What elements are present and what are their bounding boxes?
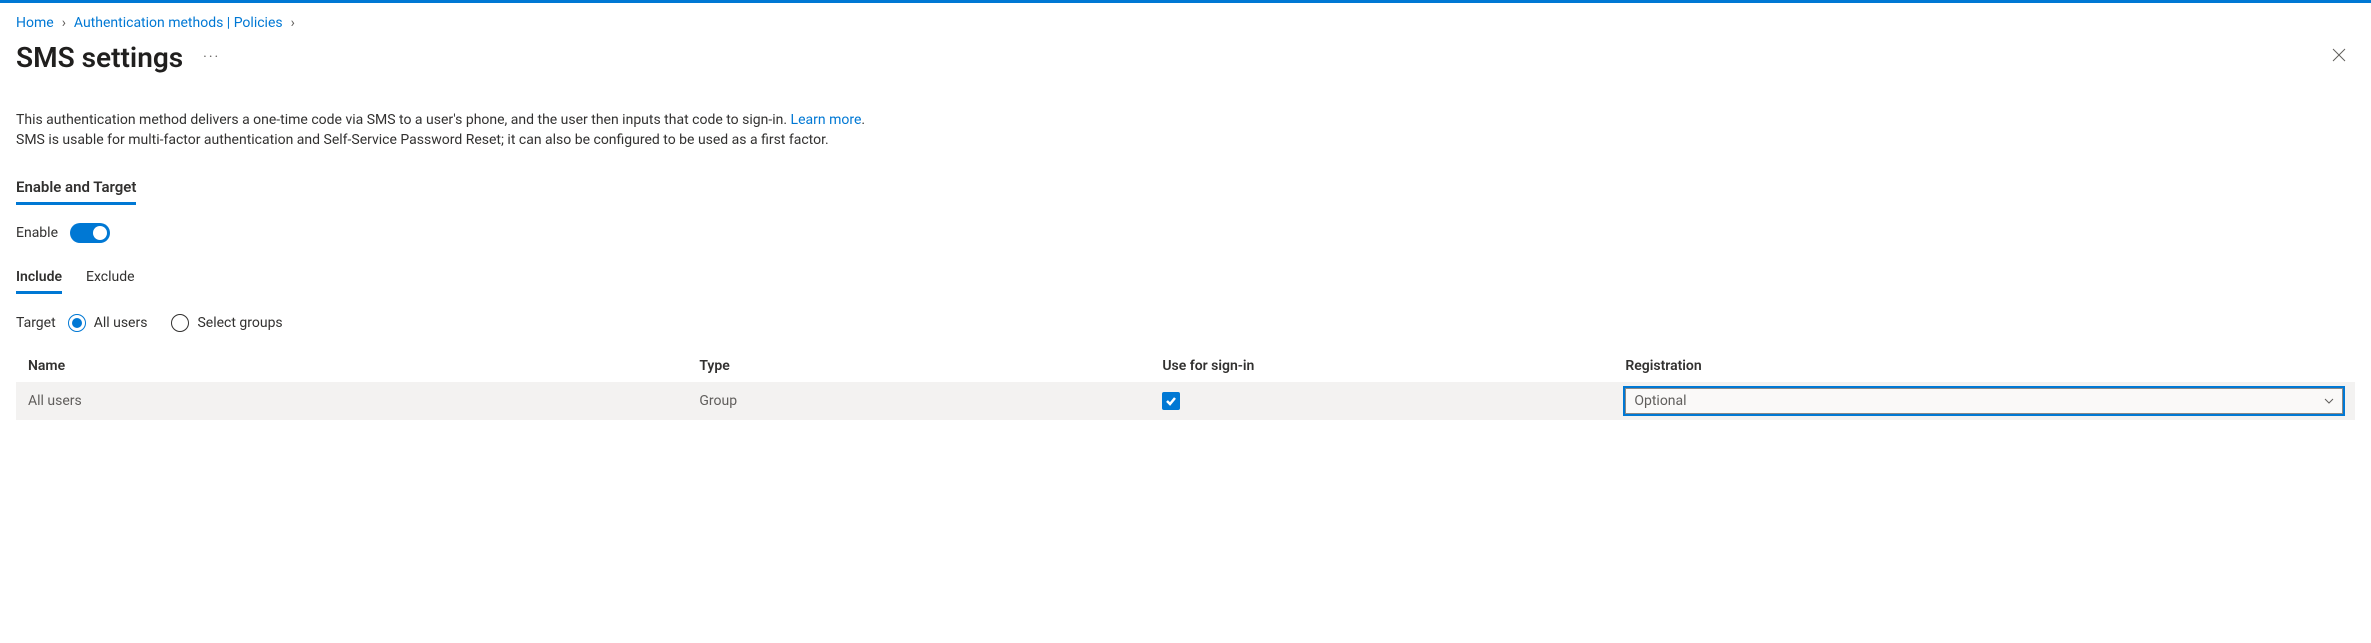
breadcrumb-sep-icon: › <box>62 15 66 31</box>
radio-all-users-label: All users <box>94 315 148 331</box>
description-block: This authentication method delivers a on… <box>16 111 2355 150</box>
cell-type: Group <box>699 393 1162 409</box>
col-header-name: Name <box>28 358 699 374</box>
breadcrumb-auth-methods[interactable]: Authentication methods | Policies <box>74 15 283 31</box>
col-header-type: Type <box>699 358 1162 374</box>
radio-select-groups-label: Select groups <box>197 315 282 331</box>
registration-dropdown[interactable]: Optional <box>1625 388 2343 414</box>
radio-select-groups[interactable]: Select groups <box>171 314 282 332</box>
breadcrumb-home[interactable]: Home <box>16 15 54 31</box>
radio-icon <box>171 314 189 332</box>
radio-all-users[interactable]: All users <box>68 314 148 332</box>
chevron-down-icon <box>2324 396 2334 406</box>
breadcrumb-sep-icon: › <box>291 15 295 31</box>
target-label: Target <box>16 315 56 331</box>
check-icon <box>1165 395 1177 407</box>
close-icon <box>2331 47 2347 63</box>
tab-enable-and-target[interactable]: Enable and Target <box>16 178 136 205</box>
page-title: SMS settings <box>16 41 183 74</box>
radio-icon <box>68 314 86 332</box>
table-row: All users Group Optional <box>16 382 2355 420</box>
more-icon[interactable]: ··· <box>199 45 224 69</box>
signin-checkbox[interactable] <box>1162 392 1180 410</box>
tab-exclude[interactable]: Exclude <box>86 269 135 294</box>
cell-name: All users <box>28 393 699 409</box>
description-line1: This authentication method delivers a on… <box>16 112 791 128</box>
target-table: Name Type Use for sign-in Registration A… <box>16 350 2355 420</box>
col-header-signin: Use for sign-in <box>1162 358 1625 374</box>
breadcrumb: Home › Authentication methods | Policies… <box>16 15 2355 31</box>
learn-more-link[interactable]: Learn more <box>791 112 862 128</box>
enable-toggle[interactable] <box>70 223 110 243</box>
col-header-registration: Registration <box>1625 358 2343 374</box>
tab-include[interactable]: Include <box>16 269 62 294</box>
enable-label: Enable <box>16 225 58 241</box>
description-line2: SMS is usable for multi-factor authentic… <box>16 132 829 148</box>
registration-value: Optional <box>1634 393 1686 409</box>
close-button[interactable] <box>2323 39 2355 75</box>
